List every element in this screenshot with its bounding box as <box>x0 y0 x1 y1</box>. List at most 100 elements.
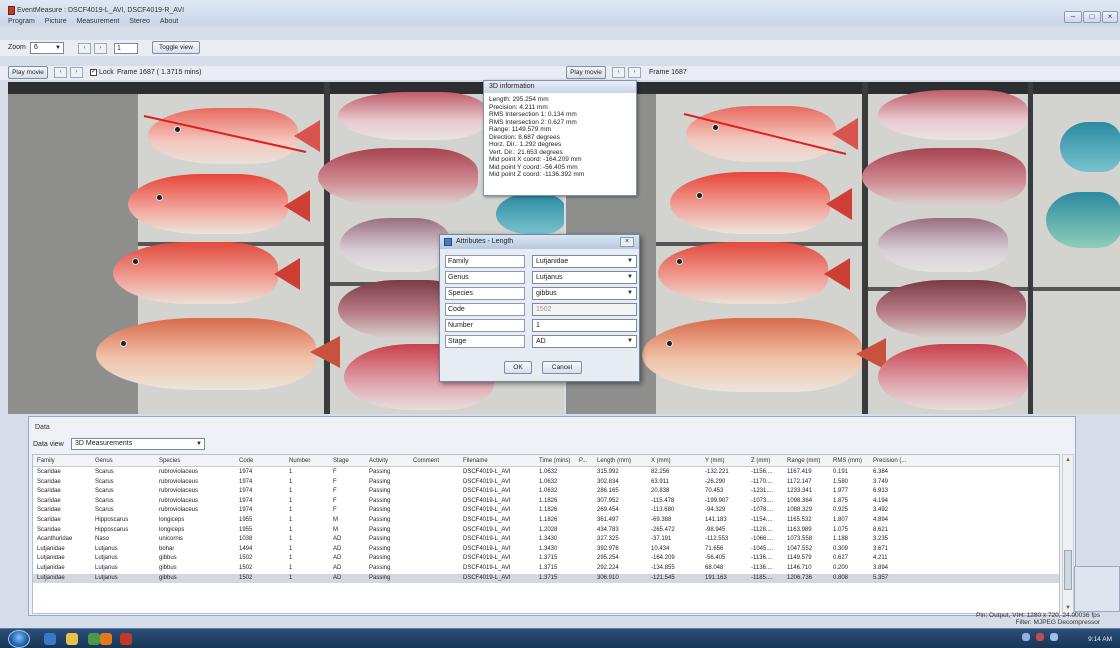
table-row[interactable]: Scaridae Scarus rubroviolaceus 1974 1 F Passin… <box>33 487 1059 497</box>
info-rms-2: RMS Intersection 2: 0.627 mm <box>489 118 577 126</box>
side-window[interactable] <box>1074 566 1120 612</box>
table-cell: 68.048 <box>705 565 724 571</box>
column-header[interactable]: Species <box>159 455 180 467</box>
scroll-up-icon[interactable]: ▲ <box>1064 456 1072 464</box>
table-cell: 3.235 <box>873 536 889 543</box>
table-cell: AD <box>333 574 342 581</box>
table-cell: 0.191 <box>833 469 849 475</box>
left-play-movie-button[interactable]: Play movie <box>8 66 48 79</box>
table-cell: 1.3715 <box>539 565 558 571</box>
table-cell: Naso <box>95 536 110 543</box>
menu-stereo[interactable]: Stereo <box>129 18 150 25</box>
data-view-select[interactable]: 3D Measurements ▼ <box>71 438 205 450</box>
table-row[interactable]: Lutjanidae Lutjanus gibbus 1502 1 AD Passing DS… <box>33 554 1059 564</box>
column-header[interactable]: Precision (... <box>873 455 906 467</box>
table-cell: rubroviolaceus <box>159 469 199 475</box>
table-cell: Scaridae <box>37 478 61 485</box>
genus-select[interactable]: Lutjanus ▼ <box>532 271 637 284</box>
frame-forward-button[interactable]: › <box>94 43 107 54</box>
file-explorer-icon[interactable] <box>66 633 78 645</box>
table-cell: 1.1826 <box>539 517 558 523</box>
species-select[interactable]: gibbus ▼ <box>532 287 637 300</box>
right-measurement-line[interactable] <box>566 82 1120 414</box>
measurements-table[interactable]: Family Genus Species Code Number Stage Activit… <box>32 454 1060 614</box>
column-header[interactable]: Code <box>239 455 253 467</box>
table-row[interactable]: Scaridae Scarus rubroviolaceus 1974 1 F Passin… <box>33 478 1059 488</box>
table-cell: 286.165 <box>597 488 619 495</box>
zoom-select[interactable]: 6 ▼ <box>30 42 64 54</box>
stage-select[interactable]: AD ▼ <box>532 335 637 348</box>
clock[interactable]: 9:14 AM <box>1088 636 1112 643</box>
network-icon[interactable] <box>1022 633 1030 641</box>
column-header[interactable]: Time (mins) <box>539 455 570 467</box>
table-cell: 1.3715 <box>539 574 558 581</box>
column-header[interactable]: X (mm) <box>651 455 671 467</box>
start-button[interactable] <box>8 630 30 648</box>
cancel-button[interactable]: Cancel <box>542 361 582 374</box>
right-prev-frame-button[interactable]: ‹ <box>612 67 625 78</box>
firefox-icon[interactable] <box>100 633 112 645</box>
menu-about[interactable]: About <box>160 18 178 25</box>
media-player-icon[interactable] <box>88 633 100 645</box>
table-row[interactable]: Acanthuridae Naso unicornis 1038 1 AD Passing D… <box>33 535 1059 545</box>
column-header[interactable]: Stage <box>333 455 349 467</box>
flag-icon[interactable] <box>1036 633 1044 641</box>
table-row[interactable]: Scaridae Scarus rubroviolaceus 1974 1 F Passin… <box>33 468 1059 478</box>
menu-measurement[interactable]: Measurement <box>77 18 120 25</box>
column-header[interactable]: RMS (mm) <box>833 455 862 467</box>
ok-button[interactable]: OK <box>504 361 532 374</box>
table-cell: -37.191 <box>651 536 672 543</box>
table-cell: M <box>333 517 338 523</box>
column-header[interactable]: Filename <box>463 455 488 467</box>
right-next-frame-button[interactable]: › <box>628 67 641 78</box>
table-cell: 1 <box>289 555 293 562</box>
table-row[interactable]: Lutjanidae Lutjanus gibbus 1502 1 AD Passing DS… <box>33 573 1059 584</box>
column-header[interactable]: Activity <box>369 455 388 467</box>
right-video-view[interactable] <box>566 82 1120 414</box>
table-row[interactable]: Scaridae Scarus rubroviolaceus 1974 1 F Passin… <box>33 506 1059 516</box>
maximize-button[interactable]: □ <box>1083 11 1101 23</box>
number-field[interactable]: 1 <box>532 319 637 332</box>
column-header[interactable]: Z (mm) <box>751 455 770 467</box>
dialog-close-button[interactable]: × <box>620 237 634 247</box>
species-row: Species gibbus ▼ <box>445 287 637 300</box>
column-header[interactable]: Genus <box>95 455 113 467</box>
table-scrollbar[interactable]: ▲ ▼ <box>1062 454 1074 614</box>
column-header[interactable]: P... <box>579 455 587 467</box>
scrollbar-thumb[interactable] <box>1064 550 1072 590</box>
table-header: Family Genus Species Code Number Stage Activit… <box>33 455 1059 467</box>
table-row[interactable]: Lutjanidae Lutjanus gibbus 1502 1 AD Passing DS… <box>33 564 1059 574</box>
column-header[interactable]: Range (mm) <box>787 455 820 467</box>
eventmeasure-taskbar-icon[interactable] <box>120 633 132 645</box>
column-header[interactable]: Y (mm) <box>705 455 725 467</box>
table-cell: Passing <box>369 469 391 475</box>
frame-back-button[interactable]: ‹ <box>78 43 91 54</box>
volume-icon[interactable] <box>1050 633 1058 641</box>
column-header[interactable]: Family <box>37 455 55 467</box>
left-next-frame-button[interactable]: › <box>70 67 83 78</box>
scroll-down-icon[interactable]: ▼ <box>1064 604 1072 612</box>
table-cell: -1128.... <box>751 526 773 533</box>
table-row[interactable]: Lutjanidae Lutjanus bohar 1494 1 AD Passing DSC… <box>33 545 1059 555</box>
table-cell: F <box>333 478 337 485</box>
column-header[interactable]: Length (mm) <box>597 455 631 467</box>
table-cell: AD <box>333 555 342 562</box>
column-header[interactable]: Comment <box>413 455 439 467</box>
table-cell: 4.194 <box>873 497 889 504</box>
lock-checkbox[interactable]: ✓ <box>90 69 97 76</box>
stage-label: Stage <box>445 335 525 348</box>
close-button[interactable]: × <box>1102 11 1118 23</box>
column-header[interactable]: Number <box>289 455 310 467</box>
table-row[interactable]: Scaridae Scarus rubroviolaceus 1974 1 F Passin… <box>33 497 1059 507</box>
toggle-view-button[interactable]: Toggle view <box>152 41 200 54</box>
menu-picture[interactable]: Picture <box>45 18 67 25</box>
frame-step-input[interactable]: 1 <box>114 43 138 54</box>
table-row[interactable]: Scaridae Hipposcarus longiceps 1955 1 M Passin… <box>33 526 1059 536</box>
minimize-button[interactable]: – <box>1064 11 1082 23</box>
right-play-movie-button[interactable]: Play movie <box>566 66 606 79</box>
family-select[interactable]: Lutjanidae ▼ <box>532 255 637 268</box>
internet-explorer-icon[interactable] <box>44 633 56 645</box>
table-row[interactable]: Scaridae Hipposcarus longiceps 1955 1 M Passin… <box>33 516 1059 526</box>
left-prev-frame-button[interactable]: ‹ <box>54 67 67 78</box>
menu-program[interactable]: Program <box>8 18 35 25</box>
